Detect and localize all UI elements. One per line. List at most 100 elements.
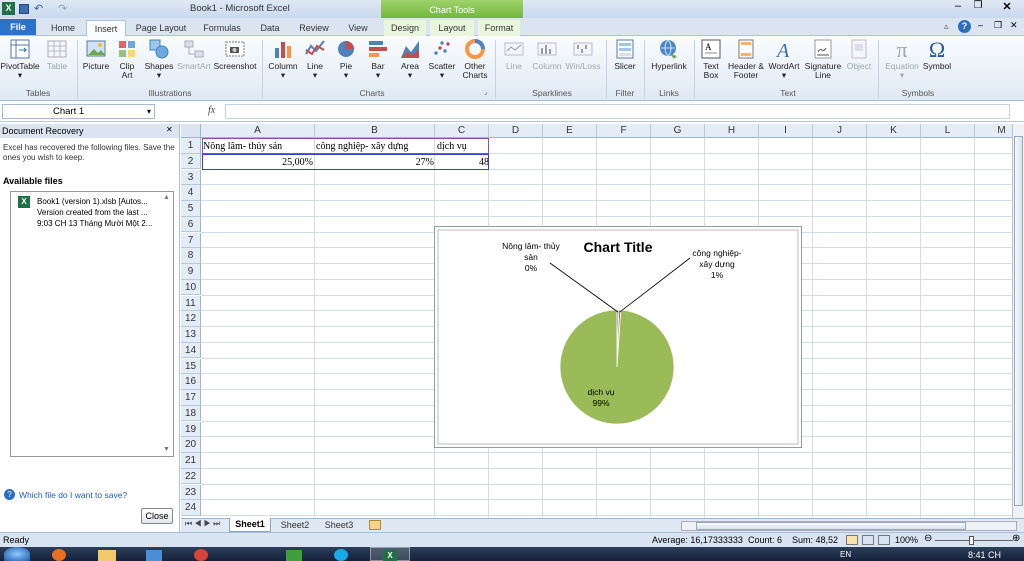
minimize-ribbon-icon[interactable]: ▵ bbox=[944, 21, 949, 32]
row-header[interactable]: 16 bbox=[181, 374, 201, 390]
page-break-view-icon[interactable] bbox=[878, 535, 890, 545]
other-charts-button[interactable]: Other Charts bbox=[458, 38, 492, 80]
sparkline-column-button[interactable]: Column bbox=[530, 38, 564, 71]
row-header[interactable]: 4 bbox=[181, 185, 201, 201]
workbook-close-button[interactable]: ✕ bbox=[1010, 20, 1018, 31]
shapes-button[interactable]: Shapes ▾ bbox=[142, 38, 176, 80]
column-header[interactable]: G bbox=[651, 124, 705, 138]
row-header[interactable]: 5 bbox=[181, 201, 201, 217]
tab-file[interactable]: File bbox=[0, 19, 36, 35]
sparkline-winloss-button[interactable]: Win/Loss bbox=[564, 38, 602, 71]
wordart-button[interactable]: A WordArt ▾ bbox=[766, 38, 802, 80]
tab-home[interactable]: Home bbox=[42, 20, 84, 36]
column-header[interactable]: K bbox=[867, 124, 921, 138]
pie-chart-button[interactable]: Pie ▾ bbox=[332, 38, 360, 80]
app-taskbar-icon[interactable] bbox=[286, 550, 302, 561]
page-layout-view-icon[interactable] bbox=[862, 535, 874, 545]
chrome-taskbar-icon[interactable] bbox=[194, 549, 208, 561]
pie-chart[interactable]: Chart Title Nông lâm- thủy sản 0% công ng… bbox=[434, 226, 802, 448]
row-header[interactable]: 18 bbox=[181, 405, 201, 422]
column-header[interactable]: L bbox=[921, 124, 975, 138]
data-label-nong-lam[interactable]: Nông lâm- thủy sản 0% bbox=[501, 241, 561, 274]
zoom-slider-thumb[interactable] bbox=[969, 536, 974, 545]
language-indicator[interactable]: EN bbox=[840, 550, 851, 559]
vertical-scrollbar[interactable] bbox=[1012, 124, 1024, 518]
column-header[interactable]: J bbox=[813, 124, 867, 138]
signature-line-button[interactable]: Signature Line bbox=[802, 38, 844, 80]
tab-data[interactable]: Data bbox=[252, 20, 288, 36]
row-header[interactable]: 6 bbox=[181, 216, 201, 233]
tab-review[interactable]: Review bbox=[292, 20, 336, 36]
column-header[interactable]: C bbox=[435, 124, 489, 138]
symbol-button[interactable]: Ω Symbol bbox=[922, 38, 952, 71]
row-header[interactable]: 3 bbox=[181, 169, 201, 186]
column-header[interactable]: F bbox=[597, 124, 651, 138]
recovered-file-item[interactable]: X Book1 (version 1).xlsb [Autos... Versi… bbox=[13, 194, 163, 234]
bar-chart-button[interactable]: Bar ▾ bbox=[364, 38, 392, 80]
fx-icon[interactable]: fx bbox=[208, 105, 215, 116]
charts-dialog-launcher-icon[interactable]: ⌟ bbox=[484, 88, 487, 96]
smartart-button[interactable]: SmartArt bbox=[176, 38, 212, 71]
zoom-level[interactable]: 100% bbox=[895, 535, 918, 545]
hyperlink-button[interactable]: Hyperlink bbox=[648, 38, 690, 71]
tab-view[interactable]: View bbox=[340, 20, 376, 36]
row-header[interactable]: 12 bbox=[181, 311, 201, 327]
header-footer-button[interactable]: Header & Footer bbox=[726, 38, 766, 80]
workbook-minimize-button[interactable]: – bbox=[978, 20, 983, 30]
start-button-icon[interactable] bbox=[4, 547, 30, 561]
screenshot-button[interactable]: Screenshot bbox=[212, 38, 258, 71]
column-header[interactable]: A bbox=[201, 124, 315, 138]
row-header[interactable]: 9 bbox=[181, 264, 201, 280]
row-header[interactable]: 21 bbox=[181, 453, 201, 469]
normal-view-icon[interactable] bbox=[846, 535, 858, 545]
name-box[interactable]: Chart 1 ▾ bbox=[2, 104, 155, 119]
excel-taskbar-icon[interactable]: X bbox=[370, 547, 410, 561]
redo-icon[interactable]: ↷ bbox=[58, 2, 67, 15]
skype-taskbar-icon[interactable] bbox=[334, 549, 348, 561]
pivottable-button[interactable]: PivotTable ▾ bbox=[0, 38, 40, 80]
zoom-out-icon[interactable]: ⊖ bbox=[924, 533, 932, 544]
sheet-tab-sheet2[interactable]: Sheet2 bbox=[277, 519, 313, 532]
vertical-scroll-thumb[interactable] bbox=[1014, 136, 1023, 506]
row-header[interactable]: 2 bbox=[181, 153, 201, 170]
minimize-button[interactable]: – bbox=[948, 0, 968, 16]
formula-input[interactable] bbox=[225, 104, 1010, 119]
scatter-chart-button[interactable]: Scatter ▾ bbox=[426, 38, 458, 80]
slicer-button[interactable]: Slicer bbox=[610, 38, 640, 71]
row-header[interactable]: 17 bbox=[181, 390, 201, 406]
row-header[interactable]: 14 bbox=[181, 342, 201, 359]
row-header[interactable]: 24 bbox=[181, 500, 201, 516]
data-label-cong-nghiep[interactable]: công nghiệp- xây dựng 1% bbox=[685, 248, 749, 281]
tab-insert[interactable]: Insert bbox=[86, 20, 126, 36]
tab-page-layout[interactable]: Page Layout bbox=[130, 20, 192, 36]
equation-button[interactable]: π Equation ▾ bbox=[882, 38, 922, 80]
row-header[interactable]: 19 bbox=[181, 421, 201, 438]
excel-icon[interactable]: X bbox=[2, 2, 15, 15]
sparkline-line-button[interactable]: Line bbox=[500, 38, 528, 71]
chevron-down-icon[interactable]: ▾ bbox=[147, 105, 151, 118]
text-box-button[interactable]: A Text Box bbox=[698, 38, 724, 80]
close-window-button[interactable]: ✕ bbox=[990, 0, 1024, 16]
help-icon[interactable]: ? bbox=[958, 20, 971, 33]
row-header[interactable]: 13 bbox=[181, 327, 201, 343]
which-file-help-link[interactable]: Which file do I want to save? bbox=[19, 490, 127, 500]
column-chart-button[interactable]: Column ▾ bbox=[266, 38, 300, 80]
undo-icon[interactable]: ↶ bbox=[34, 2, 43, 15]
restore-button[interactable]: ❐ bbox=[968, 0, 988, 16]
tab-format[interactable]: Format bbox=[478, 20, 520, 36]
object-button[interactable]: Object bbox=[844, 38, 874, 71]
file-list-scroll-down-icon[interactable]: ▼ bbox=[163, 446, 170, 453]
media-taskbar-icon[interactable] bbox=[146, 550, 162, 561]
row-header[interactable]: 11 bbox=[181, 295, 201, 312]
area-chart-button[interactable]: Area ▾ bbox=[396, 38, 424, 80]
row-header[interactable]: 20 bbox=[181, 437, 201, 453]
line-chart-button[interactable]: Line ▾ bbox=[302, 38, 328, 80]
recovery-pane-close-icon[interactable]: ✕ bbox=[166, 125, 173, 134]
tab-formulas[interactable]: Formulas bbox=[196, 20, 248, 36]
sheet-tab-sheet1[interactable]: Sheet1 bbox=[229, 518, 271, 532]
column-header[interactable]: B bbox=[315, 124, 435, 138]
column-header[interactable]: I bbox=[759, 124, 813, 138]
clock[interactable]: 8:41 CH bbox=[968, 550, 1001, 560]
row-header[interactable]: 22 bbox=[181, 468, 201, 485]
row-header[interactable]: 23 bbox=[181, 484, 201, 501]
